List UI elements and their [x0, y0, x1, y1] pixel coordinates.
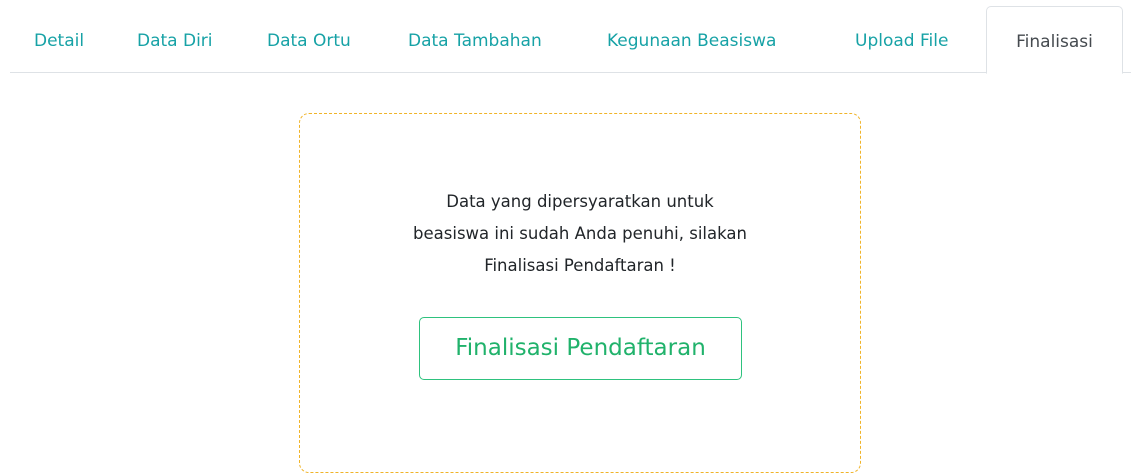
tab-data-ortu[interactable]: Data Ortu: [267, 6, 351, 73]
tab-upload-file[interactable]: Upload File: [855, 6, 948, 73]
tab-detail[interactable]: Detail: [34, 6, 84, 73]
finalize-registration-button[interactable]: Finalisasi Pendaftaran: [419, 317, 742, 380]
tab-data-tambahan[interactable]: Data Tambahan: [408, 6, 542, 73]
registration-tabs: Detail Data Diri Data Ortu Data Tambahan…: [10, 6, 1131, 74]
message-line: Data yang dipersyaratkan untuk: [446, 192, 714, 211]
finalization-message: Data yang dipersyaratkan untuk beasiswa …: [300, 186, 860, 282]
tab-data-diri[interactable]: Data Diri: [137, 6, 213, 73]
finalization-card: Data yang dipersyaratkan untuk beasiswa …: [299, 113, 861, 473]
message-line: beasiswa ini sudah Anda penuhi, silakan: [413, 224, 747, 243]
message-line: Finalisasi Pendaftaran !: [484, 256, 676, 275]
tab-kegunaan-beasiswa[interactable]: Kegunaan Beasiswa: [607, 6, 776, 73]
tab-finalisasi[interactable]: Finalisasi: [986, 6, 1123, 74]
